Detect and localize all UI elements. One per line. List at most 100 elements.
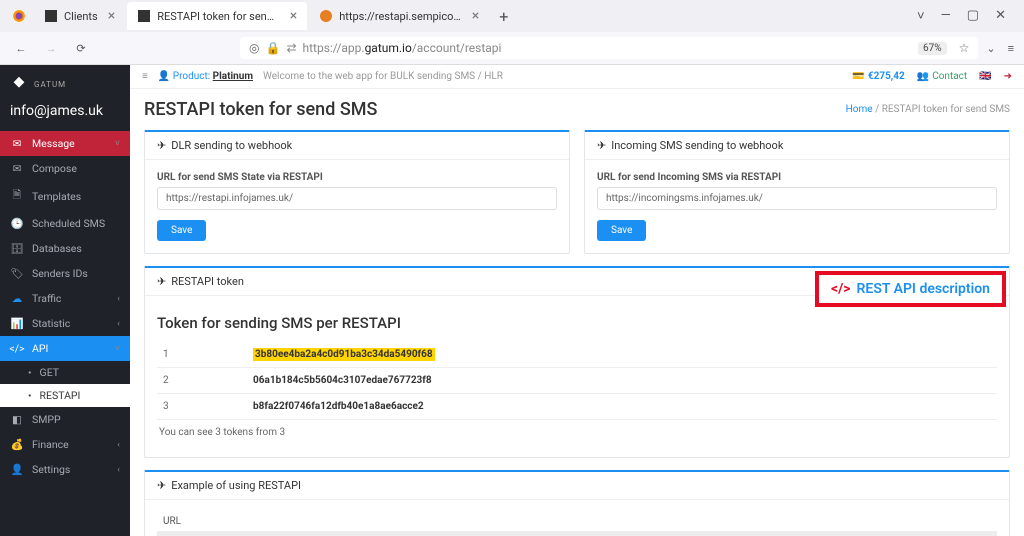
account-email: info@james.uk xyxy=(0,99,130,131)
pocket-icon[interactable]: ⌄ xyxy=(986,42,995,55)
chevron-down-icon: ˅ xyxy=(115,343,120,354)
incoming-save-button[interactable]: Save xyxy=(597,220,646,241)
product-label: 👤 Product: Platinum xyxy=(158,71,253,82)
chevron-left-icon: ‹ xyxy=(117,465,120,475)
compose-icon: ✉ xyxy=(10,162,24,175)
dlr-card: ✈DLR sending to webhook URL for send SMS… xyxy=(144,130,570,254)
tab-clients[interactable]: Clients × xyxy=(34,2,125,30)
sidebar-item-finance[interactable]: 💰Finance‹ xyxy=(0,432,130,457)
browser-tab-bar: Clients × RESTAPI token for send SMS × h… xyxy=(0,0,1024,32)
senders-icon: 🏷 xyxy=(10,267,24,280)
breadcrumb: Home / RESTAPI token for send SMS xyxy=(846,104,1010,115)
example-card: ✈Example of using RESTAPI URL xyxy=(144,470,1010,536)
chevron-left-icon: ‹ xyxy=(117,319,120,329)
table-row: 13b80ee4ba2a4c0d91ba3c34da5490f68 xyxy=(157,342,997,368)
new-tab-button[interactable]: + xyxy=(491,3,516,30)
close-icon[interactable]: × xyxy=(108,8,115,24)
token-value[interactable]: 06a1b184c5b5604c3107edae767723f8 xyxy=(253,375,432,386)
plug-icon: ◧ xyxy=(10,413,24,426)
close-window-icon[interactable]: ✕ xyxy=(995,8,1006,24)
hamburger-icon[interactable]: ≡ xyxy=(142,71,148,82)
sidebar-item-scheduled[interactable]: 🕒Scheduled SMS xyxy=(0,211,130,236)
contact-icon: 👥 xyxy=(917,71,929,82)
chevron-left-icon: ‹ xyxy=(117,440,120,450)
maximize-icon[interactable]: ▢ xyxy=(967,8,979,24)
sidebar-item-statistic[interactable]: 📊Statistic‹ xyxy=(0,311,130,336)
chevron-down-icon: ˅ xyxy=(115,138,120,149)
logout-icon[interactable]: ➜ xyxy=(1004,71,1012,82)
url-input[interactable]: ◎ 🔒 ⇄ https://app.gatum.io/account/resta… xyxy=(240,37,978,59)
plane-icon: ✈ xyxy=(157,139,166,152)
close-icon[interactable]: × xyxy=(290,8,297,24)
reload-button[interactable]: ⟳ xyxy=(70,37,92,59)
sidebar-item-compose[interactable]: ✉Compose xyxy=(0,156,130,181)
minimize-icon[interactable]: — xyxy=(941,8,951,24)
contact-link[interactable]: 👥Contact xyxy=(917,71,967,82)
token-value[interactable]: 3b80ee4ba2a4c0d91ba3c34da5490f68 xyxy=(253,348,435,361)
tab-sempico[interactable]: https://restapi.sempico.solutions × xyxy=(309,2,489,30)
dlr-url-input[interactable] xyxy=(157,187,557,210)
table-row: 206a1b184c5b5604c3107edae767723f8 xyxy=(157,368,997,394)
flag-icon[interactable]: 🇬🇧 xyxy=(979,71,991,82)
breadcrumb-current: RESTAPI token for send SMS xyxy=(882,104,1010,115)
breadcrumb-home[interactable]: Home xyxy=(846,104,873,115)
url-text: https://app.gatum.io/account/restapi xyxy=(303,41,502,55)
plane-icon: ✈ xyxy=(157,275,166,288)
api-description-link[interactable]: </> REST API description xyxy=(815,271,1006,307)
back-button[interactable]: ← xyxy=(10,37,32,59)
dlr-url-label: URL for send SMS State via RESTAPI xyxy=(157,172,557,183)
tab-favicon xyxy=(319,9,333,23)
forward-button[interactable]: → xyxy=(40,37,62,59)
sidebar-item-smpp[interactable]: ◧SMPP xyxy=(0,407,130,432)
sidebar-item-templates[interactable]: 🗎Templates xyxy=(0,181,130,211)
incoming-card: ✈Incoming SMS sending to webhook URL for… xyxy=(584,130,1010,254)
chevron-down-icon[interactable]: ˅ xyxy=(917,8,925,24)
sidebar-item-databases[interactable]: 🗄Databases xyxy=(0,236,130,261)
sidebar-item-restapi[interactable]: •RESTAPI xyxy=(0,384,130,407)
sidebar-item-get[interactable]: •GET xyxy=(0,361,130,384)
incoming-url-input[interactable] xyxy=(597,187,997,210)
sidebar-item-message[interactable]: ✉ Message ˅ xyxy=(0,131,130,156)
close-icon[interactable]: × xyxy=(472,8,479,24)
incoming-url-label: URL for send Incoming SMS via RESTAPI xyxy=(597,172,997,183)
welcome-text: Welcome to the web app for BULK sending … xyxy=(263,71,503,82)
plane-icon: ✈ xyxy=(597,139,606,152)
dlr-save-button[interactable]: Save xyxy=(157,220,206,241)
chart-icon: 📊 xyxy=(10,317,24,330)
table-row: 3b8fa22f0746fa12dfb40e1a8ae6acce2 xyxy=(157,394,997,420)
address-bar: ← → ⟳ ◎ 🔒 ⇄ https://app.gatum.io/account… xyxy=(0,32,1024,64)
tab-title: https://restapi.sempico.solutions xyxy=(339,10,462,23)
balance-badge[interactable]: 💳€275,42 xyxy=(852,71,904,82)
finance-icon: 💰 xyxy=(10,438,24,451)
shield-icon: ◎ xyxy=(249,41,259,55)
tab-favicon xyxy=(44,9,58,23)
plane-icon: ✈ xyxy=(157,479,166,492)
lock-icon: 🔒 xyxy=(265,41,280,55)
zoom-badge[interactable]: 67% xyxy=(918,42,947,55)
menu-icon[interactable]: ≡ xyxy=(1008,42,1014,55)
brand-logo: GATUM xyxy=(0,65,130,99)
clock-icon: 🕒 xyxy=(10,217,24,230)
dot-icon: • xyxy=(28,366,32,379)
token-value[interactable]: b8fa22f0746fa12dfb40e1a8ae6acce2 xyxy=(253,401,424,412)
sidebar: GATUM info@james.uk ✉ Message ˅ ✉Compose… xyxy=(0,65,130,536)
code-icon: </> xyxy=(831,281,851,297)
traffic-icon: ☁ xyxy=(10,292,24,305)
gear-icon: 👤 xyxy=(10,463,24,476)
bookmark-icon[interactable]: ☆ xyxy=(959,41,970,55)
tab-title: RESTAPI token for send SMS xyxy=(157,10,280,23)
sidebar-item-api[interactable]: </> API ˅ xyxy=(0,336,130,361)
example-url-value[interactable] xyxy=(157,531,997,536)
database-icon: 🗄 xyxy=(10,242,24,255)
wallet-icon: 💳 xyxy=(852,71,864,82)
sidebar-item-settings[interactable]: 👤Settings‹ xyxy=(0,457,130,482)
token-count-note: You can see 3 tokens from 3 xyxy=(157,420,997,445)
sidebar-item-traffic[interactable]: ☁Traffic‹ xyxy=(0,286,130,311)
chevron-left-icon: ‹ xyxy=(117,294,120,304)
tab-restapi[interactable]: RESTAPI token for send SMS × xyxy=(127,2,307,30)
topbar: ≡ 👤 Product: Platinum Welcome to the web… xyxy=(130,65,1024,89)
token-table: 13b80ee4ba2a4c0d91ba3c34da5490f68 206a1b… xyxy=(157,342,997,420)
tab-title: Clients xyxy=(64,10,98,23)
token-card: ✈RESTAPI token </> REST API description … xyxy=(144,266,1010,458)
sidebar-item-senders[interactable]: 🏷Senders IDs xyxy=(0,261,130,286)
